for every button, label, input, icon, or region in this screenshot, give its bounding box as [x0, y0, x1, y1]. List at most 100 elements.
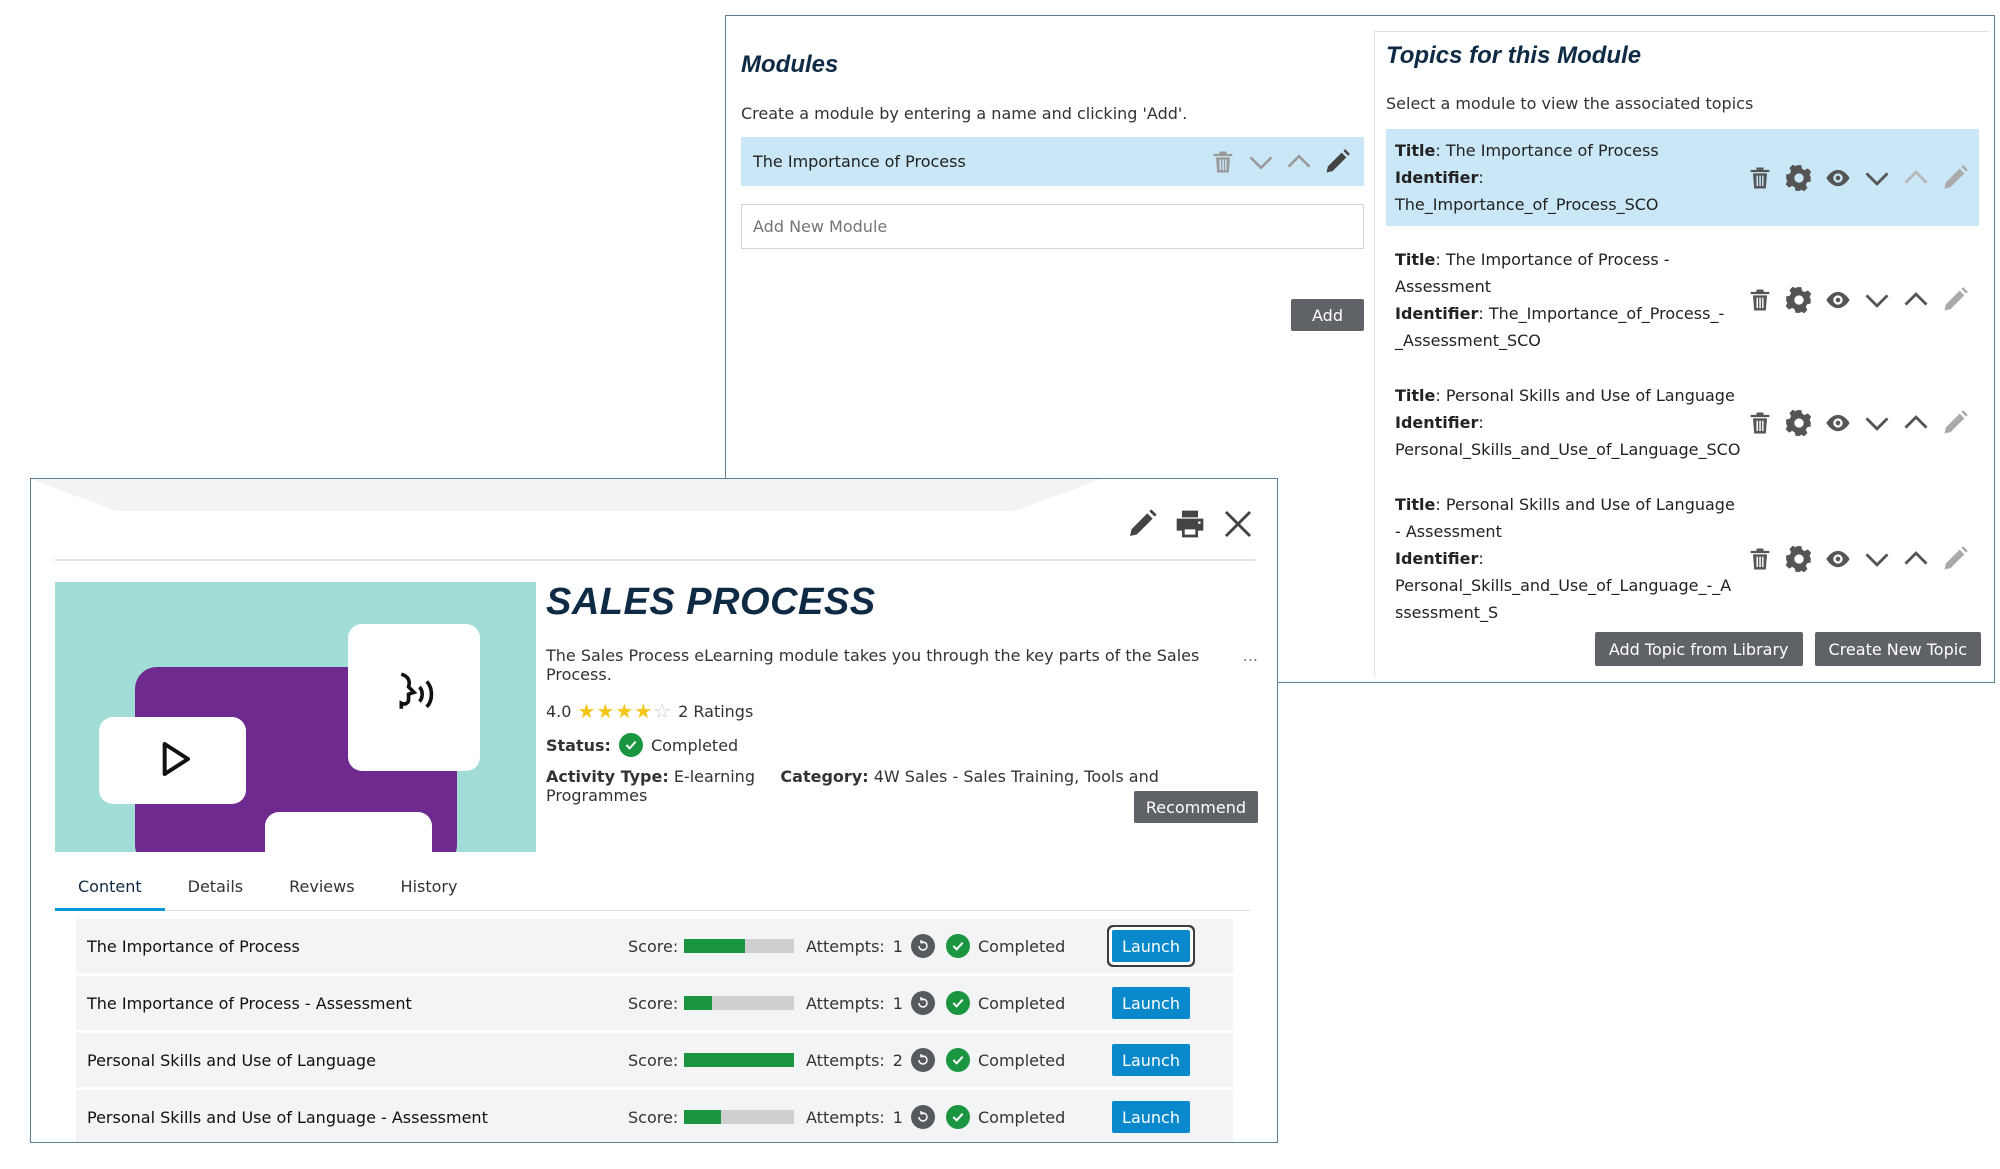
course-description: The Sales Process eLearning module takes… — [546, 646, 1200, 684]
pencil-icon[interactable] — [1940, 285, 1970, 315]
reset-icon[interactable] — [910, 934, 935, 958]
eye-icon[interactable] — [1823, 163, 1853, 193]
topic-item[interactable]: Title: Personal Skills and Use of Langua… — [1386, 483, 1979, 634]
chevron-up-icon[interactable] — [1901, 408, 1931, 438]
activity-type-label: Activity Type: — [546, 767, 669, 786]
topic-item[interactable]: Title: The Importance of Process - Asses… — [1386, 238, 1979, 362]
modules-help-text: Create a module by entering a name and c… — [741, 104, 1188, 123]
launch-button[interactable]: Launch — [1112, 930, 1190, 962]
new-module-input[interactable] — [741, 204, 1364, 249]
pencil-icon[interactable] — [1125, 507, 1159, 541]
trash-icon[interactable] — [1745, 544, 1775, 574]
launch-button[interactable]: Launch — [1112, 987, 1190, 1019]
close-icon[interactable] — [1221, 507, 1255, 541]
tab-history[interactable]: History — [378, 864, 481, 908]
chevron-down-icon[interactable] — [1862, 408, 1892, 438]
tab-reviews[interactable]: Reviews — [266, 864, 377, 908]
eye-icon[interactable] — [1823, 285, 1853, 315]
speaking-head-icon — [385, 667, 443, 729]
course-detail-panel: SALES PROCESS The Sales Process eLearnin… — [30, 478, 1278, 1143]
reset-icon[interactable] — [910, 991, 935, 1015]
topic-identifier: Personal_Skills_and_Use_of_Language_SCO — [1395, 440, 1741, 459]
content-name: Personal Skills and Use of Language - As… — [87, 1107, 488, 1127]
trash-icon[interactable] — [1208, 147, 1238, 177]
course-thumbnail — [55, 582, 536, 852]
content-status: Completed — [978, 1107, 1066, 1127]
content-list: The Importance of Process Score: Attempt… — [76, 919, 1233, 1142]
chevron-down-icon[interactable] — [1862, 163, 1892, 193]
attempts-value: 2 — [892, 1050, 903, 1070]
pencil-icon[interactable] — [1940, 544, 1970, 574]
chevron-down-icon[interactable] — [1862, 544, 1892, 574]
title-key: Title — [1395, 386, 1436, 405]
topic-title: The Importance of Process - Assessment — [1395, 250, 1670, 296]
tab-content[interactable]: Content — [55, 864, 165, 911]
content-row: Personal Skills and Use of Language - As… — [76, 1090, 1233, 1142]
score-label: Score: — [628, 1050, 679, 1070]
pencil-icon[interactable] — [1940, 408, 1970, 438]
score-bar — [684, 996, 795, 1010]
topic-item[interactable]: Title: Personal Skills and Use of Langua… — [1386, 374, 1979, 471]
course-status: Status: Completed — [546, 733, 1258, 757]
topic-title: The Importance of Process — [1445, 141, 1659, 160]
chevron-down-icon[interactable] — [1246, 147, 1276, 177]
score-bar-fill — [684, 939, 745, 953]
header-divider — [55, 559, 1255, 561]
topics-heading: Topics for this Module — [1386, 42, 1642, 69]
gear-icon[interactable] — [1784, 163, 1814, 193]
content-name: The Importance of Process - Assessment — [87, 993, 412, 1013]
tab-details[interactable]: Details — [165, 864, 266, 908]
module-item[interactable]: The Importance of Process — [741, 137, 1364, 186]
content-row: The Importance of Process Score: Attempt… — [76, 919, 1233, 973]
trash-icon[interactable] — [1745, 408, 1775, 438]
description-more[interactable]: ... — [1243, 646, 1258, 684]
launch-button[interactable]: Launch — [1112, 1101, 1190, 1133]
reset-icon[interactable] — [910, 1105, 935, 1129]
chevron-up-icon[interactable] — [1284, 147, 1314, 177]
recommend-button[interactable]: Recommend — [1133, 791, 1258, 823]
trash-icon[interactable] — [1745, 285, 1775, 315]
chevron-up-icon[interactable] — [1901, 163, 1931, 193]
speech-card — [348, 624, 480, 771]
play-card — [99, 717, 246, 804]
reset-icon[interactable] — [910, 1048, 935, 1072]
course-tabs: Content Details Reviews History — [55, 864, 1251, 911]
chevron-up-icon[interactable] — [1901, 285, 1931, 315]
score-bar — [684, 939, 795, 953]
gear-icon[interactable] — [1784, 544, 1814, 574]
print-icon[interactable] — [1173, 507, 1207, 541]
check-circle-icon — [946, 1048, 970, 1072]
chevron-up-icon[interactable] — [1901, 544, 1931, 574]
course-title: SALES PROCESS — [546, 581, 876, 623]
gear-icon[interactable] — [1784, 285, 1814, 315]
attempts-label: Attempts: — [806, 1050, 885, 1070]
topic-title: Personal Skills and Use of Language - As… — [1395, 495, 1735, 541]
eye-icon[interactable] — [1823, 544, 1853, 574]
pencil-icon[interactable] — [1940, 163, 1970, 193]
modules-section: Modules Create a module by entering a na… — [741, 51, 1364, 331]
activity-type-value: E-learning — [673, 767, 755, 786]
topics-help-text: Select a module to view the associated t… — [1386, 94, 1754, 113]
add-module-button[interactable]: Add — [1291, 299, 1364, 331]
pencil-icon[interactable] — [1322, 147, 1352, 177]
trash-icon[interactable] — [1745, 163, 1775, 193]
topic-item[interactable]: Title: The Importance of Process Identif… — [1386, 129, 1979, 226]
add-topic-from-library-button[interactable]: Add Topic from Library — [1594, 632, 1803, 666]
ratings-count: 2 Ratings — [678, 701, 754, 721]
score-bar — [684, 1053, 795, 1067]
identifier-key: Identifier — [1395, 413, 1479, 432]
create-new-topic-button[interactable]: Create New Topic — [1814, 632, 1981, 666]
check-circle-icon — [946, 934, 970, 958]
content-row: Personal Skills and Use of Language Scor… — [76, 1033, 1233, 1087]
topic-identifier: The_Importance_of_Process_SCO — [1395, 195, 1659, 214]
course-rating[interactable]: 4.0 ★★★★☆ 2 Ratings — [546, 699, 1258, 723]
header-band — [31, 479, 1101, 511]
chevron-down-icon[interactable] — [1862, 285, 1892, 315]
score-bar-fill — [684, 1110, 721, 1124]
launch-button[interactable]: Launch — [1112, 1044, 1190, 1076]
eye-icon[interactable] — [1823, 408, 1853, 438]
gear-icon[interactable] — [1784, 408, 1814, 438]
attempts-value: 1 — [892, 1107, 903, 1127]
course-info: SALES PROCESS The Sales Process eLearnin… — [546, 581, 1258, 823]
attempts-value: 1 — [892, 993, 903, 1013]
